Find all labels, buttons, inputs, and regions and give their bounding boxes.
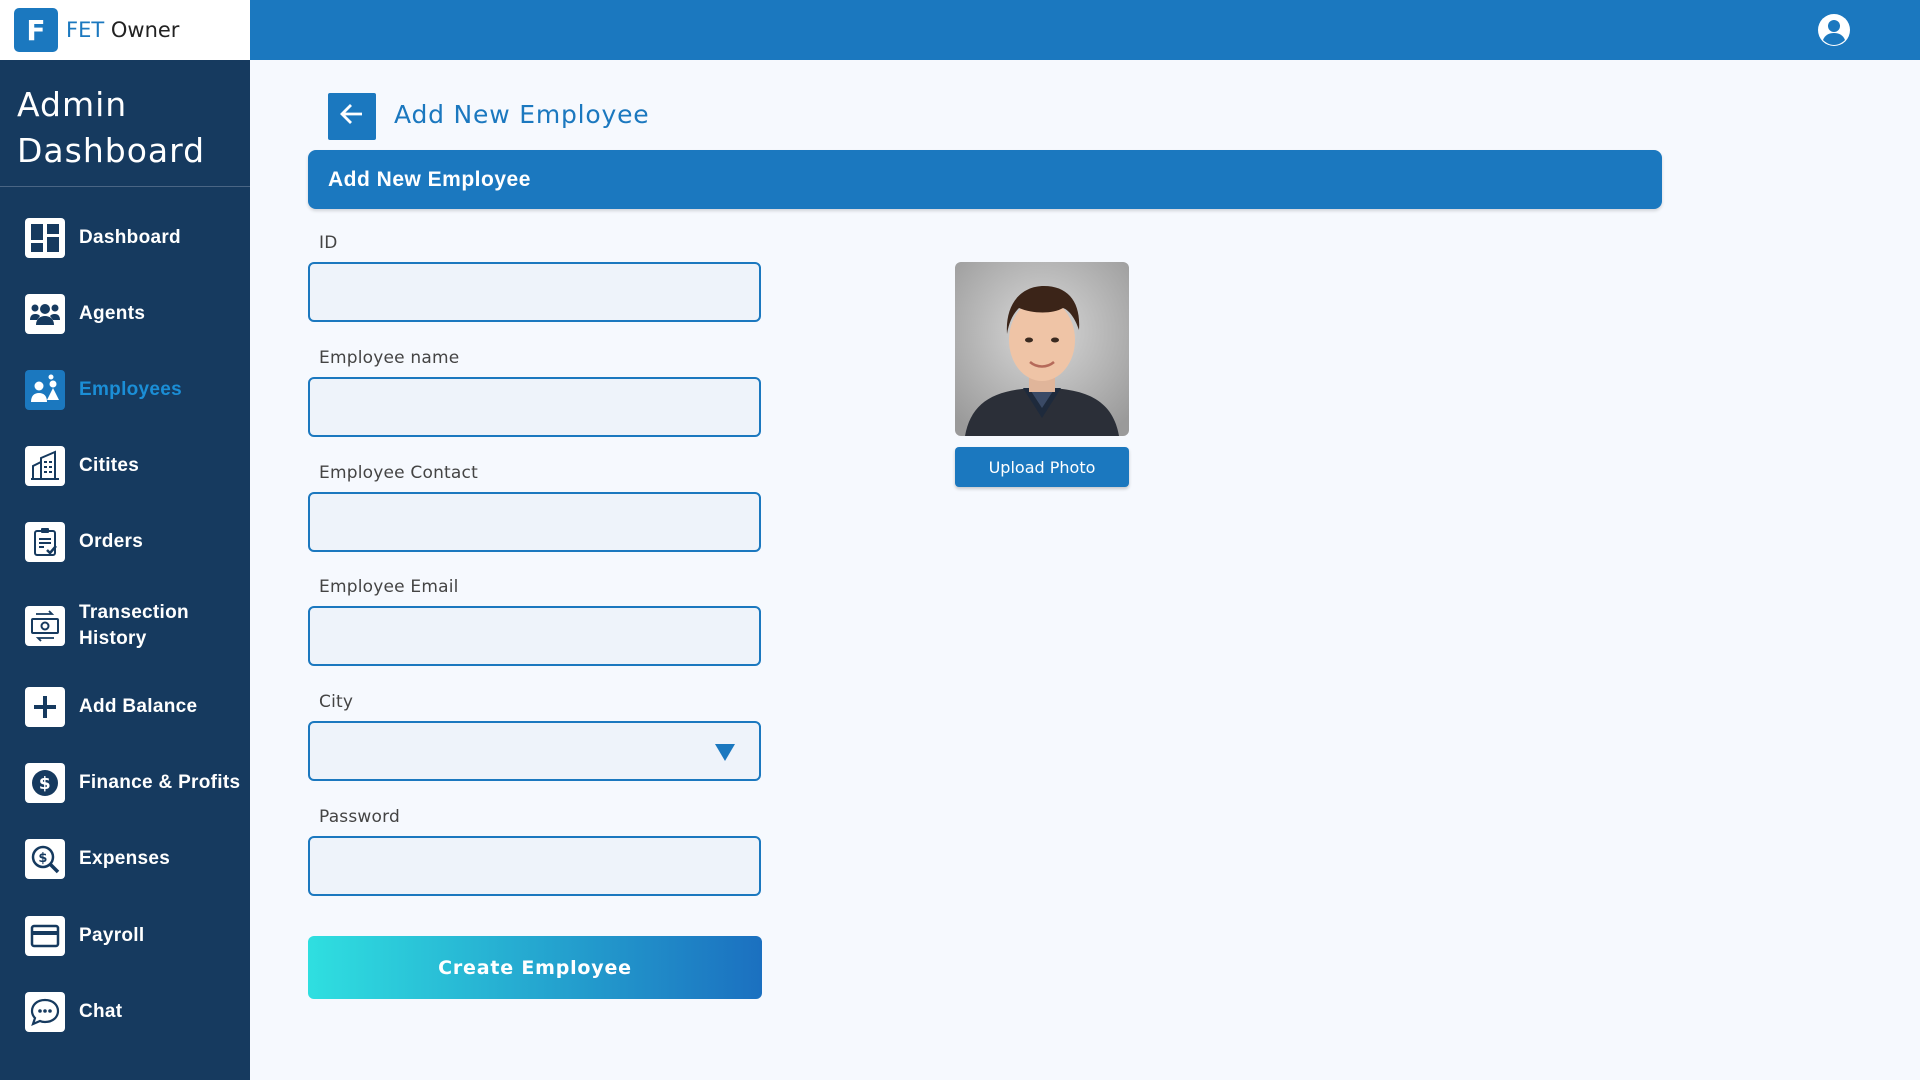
employee-email-label: Employee Email	[319, 577, 459, 597]
sidebar-item-label: Finance & Profits	[79, 772, 241, 793]
city-label: City	[319, 692, 354, 712]
sidebar-item-label: Citites	[79, 455, 140, 476]
employees-icon	[25, 370, 65, 410]
agents-icon	[25, 294, 65, 334]
sidebar-item-chat[interactable]: Chat	[0, 992, 250, 1032]
brand[interactable]: F FET Owner	[0, 0, 250, 60]
sidebar-title-line2: Dashboard	[17, 131, 206, 170]
sidebar-item-finance[interactable]: $ Finance & Profits	[0, 763, 250, 803]
password-input[interactable]	[308, 836, 761, 896]
caret-down-icon	[715, 744, 735, 761]
back-button[interactable]	[328, 93, 376, 140]
sidebar-title-line1: Admin	[17, 85, 128, 124]
brand-logo: F	[14, 8, 58, 52]
chat-icon	[25, 992, 65, 1032]
city-select[interactable]	[308, 721, 761, 781]
sidebar-item-label: Expenses	[79, 848, 171, 869]
transaction-history-icon	[25, 606, 65, 646]
sidebar-item-transaction-history[interactable]: Transection History	[0, 600, 250, 652]
sidebar-item-label: Add Balance	[79, 696, 198, 717]
finance-icon: $	[25, 763, 65, 803]
sidebar-item-agents[interactable]: Agents	[0, 294, 250, 334]
employee-contact-input[interactable]	[308, 492, 761, 552]
upload-photo-button[interactable]: Upload Photo	[955, 447, 1129, 487]
sidebar-item-label: Chat	[79, 1001, 123, 1022]
password-label: Password	[319, 807, 401, 827]
employee-name-label: Employee name	[319, 348, 460, 368]
main-content: Add New Employee Add New Employee ID Emp…	[250, 60, 1920, 1080]
sidebar-item-cities[interactable]: Citites	[0, 446, 250, 486]
expenses-icon: $	[25, 839, 65, 879]
sidebar-item-label-line1: Transection	[79, 602, 189, 623]
user-account-icon[interactable]	[1816, 12, 1852, 48]
brand-suffix: Owner	[104, 18, 180, 42]
sidebar-item-expenses[interactable]: $ Expenses	[0, 839, 250, 879]
svg-text:$: $	[39, 774, 51, 794]
sidebar: F FET Owner Admin Dashboard Dashboard Ag…	[0, 0, 250, 1080]
sidebar-item-dashboard[interactable]: Dashboard	[0, 218, 250, 258]
sidebar-item-label: Employees	[79, 379, 183, 400]
sidebar-item-label: Dashboard	[79, 227, 181, 248]
id-label: ID	[319, 233, 338, 253]
sidebar-item-label: Transection History	[79, 600, 189, 652]
sidebar-item-label: Agents	[79, 303, 146, 324]
id-input[interactable]	[308, 262, 761, 322]
sidebar-item-employees[interactable]: Employees	[0, 370, 250, 410]
orders-icon	[25, 522, 65, 562]
svg-text:$: $	[38, 851, 47, 866]
form-card-header: Add New Employee	[308, 150, 1662, 209]
sidebar-item-label-line2: History	[79, 628, 147, 649]
sidebar-title: Admin Dashboard	[0, 60, 250, 187]
employee-photo	[955, 262, 1129, 436]
brand-name: FET Owner	[66, 18, 179, 42]
employee-email-input[interactable]	[308, 606, 761, 666]
top-bar	[250, 0, 1920, 60]
sidebar-item-add-balance[interactable]: Add Balance	[0, 687, 250, 727]
dashboard-icon	[25, 218, 65, 258]
sidebar-item-payroll[interactable]: Payroll	[0, 916, 250, 956]
brand-prefix: FET	[66, 18, 105, 42]
sidebar-item-label: Payroll	[79, 925, 145, 946]
page-title: Add New Employee	[394, 100, 650, 129]
arrow-left-icon	[338, 100, 366, 133]
add-balance-icon	[25, 687, 65, 727]
sidebar-item-label: Orders	[79, 531, 144, 552]
cities-icon	[25, 446, 65, 486]
payroll-icon	[25, 916, 65, 956]
create-employee-button[interactable]: Create Employee	[308, 936, 762, 999]
employee-contact-label: Employee Contact	[319, 463, 478, 483]
employee-name-input[interactable]	[308, 377, 761, 437]
sidebar-item-orders[interactable]: Orders	[0, 522, 250, 562]
